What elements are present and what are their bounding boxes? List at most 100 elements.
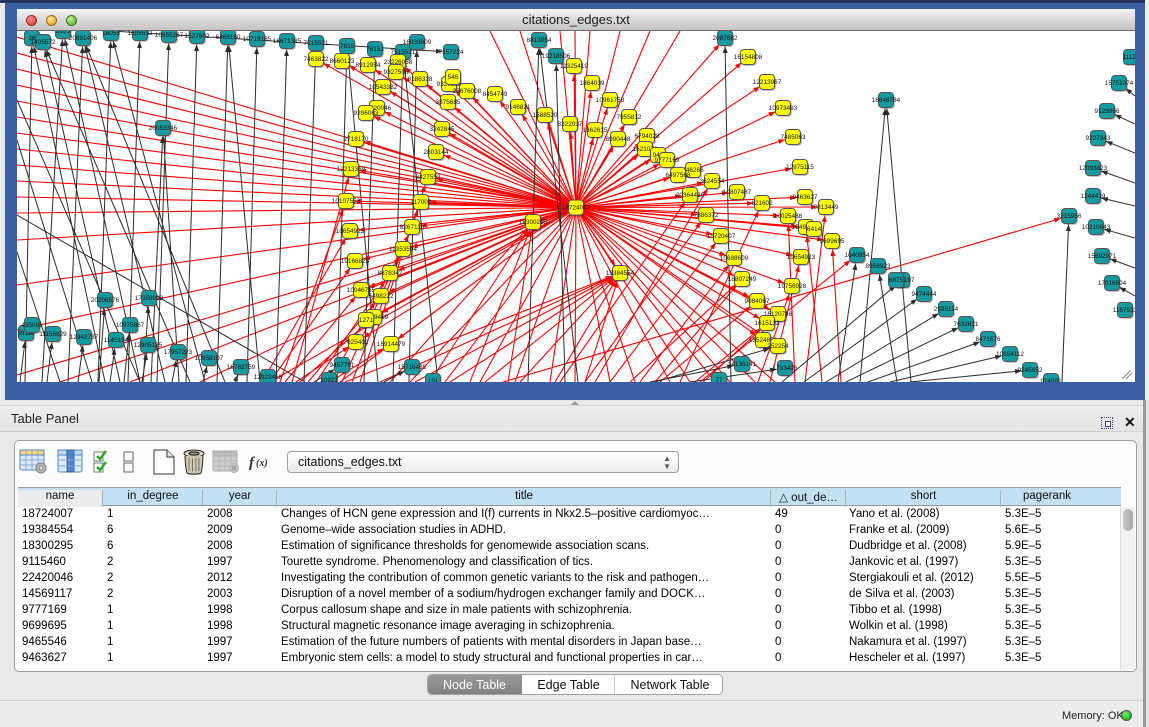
svg-text:8454749: 8454749	[483, 91, 508, 98]
svg-text:924501: 924501	[1040, 378, 1062, 382]
svg-text:2935114: 2935114	[934, 306, 959, 313]
svg-text:17957223: 17957223	[164, 349, 193, 356]
svg-text:19218506: 19218506	[542, 53, 571, 60]
svg-text:10719185: 10719185	[243, 36, 272, 43]
svg-text:20206576: 20206576	[91, 297, 120, 304]
svg-text:1527602: 1527602	[185, 33, 210, 40]
svg-text:5498222: 5498222	[369, 293, 394, 300]
svg-text:16782759: 16782759	[227, 364, 256, 371]
svg-text:7485063: 7485063	[781, 134, 806, 141]
svg-text:1588520: 1588520	[533, 112, 558, 119]
svg-text:19384554: 19384554	[606, 270, 635, 277]
svg-text:9129966: 9129966	[1095, 108, 1120, 115]
svg-text:10973493: 10973493	[769, 105, 798, 112]
svg-text:9084067: 9084067	[745, 298, 770, 305]
svg-text:8660123: 8660123	[330, 58, 355, 65]
svg-text:1615132: 1615132	[755, 320, 780, 327]
svg-text:23676008: 23676008	[453, 88, 482, 95]
svg-text:151: 151	[428, 378, 439, 382]
svg-text:11123: 11123	[1123, 54, 1135, 61]
svg-text:15692971: 15692971	[1088, 253, 1117, 260]
svg-text:12093823: 12093823	[1079, 165, 1108, 172]
svg-text:6875: 6875	[889, 277, 904, 284]
svg-text:20891406: 20891406	[69, 35, 98, 42]
svg-text:252254: 252254	[767, 343, 789, 350]
svg-text:546: 546	[448, 74, 459, 81]
svg-text:7615: 7615	[340, 43, 355, 50]
svg-text:6497568: 6497568	[666, 172, 691, 179]
svg-text:16033809: 16033809	[403, 39, 432, 46]
svg-text:1244419: 1244419	[1081, 193, 1106, 200]
svg-text:3215956: 3215956	[1057, 213, 1082, 220]
svg-text:9463627: 9463627	[793, 194, 818, 201]
svg-text:2803144: 2803144	[424, 149, 449, 156]
svg-text:12213967: 12213967	[753, 79, 782, 86]
svg-text:3624554: 3624554	[700, 178, 725, 185]
svg-text:12975115: 12975115	[786, 164, 814, 171]
svg-text:f: f	[249, 455, 256, 471]
svg-text:2087682: 2087682	[713, 35, 738, 42]
svg-text:14136141: 14136141	[728, 361, 757, 368]
svg-text:10961758: 10961758	[596, 97, 625, 104]
svg-text:7463822: 7463822	[304, 56, 329, 63]
svg-text:3242845: 3242845	[430, 126, 455, 133]
svg-text:9699695: 9699695	[820, 238, 845, 245]
svg-text:621602: 621602	[751, 200, 773, 207]
svg-text:8878342: 8878342	[378, 270, 403, 277]
svg-text:1145194: 1145194	[104, 337, 129, 344]
svg-text:8186328: 8186328	[408, 76, 433, 83]
svg-text:435061: 435061	[21, 322, 43, 329]
svg-text:11353594: 11353594	[389, 246, 417, 253]
svg-text:6794028: 6794028	[635, 133, 660, 140]
svg-text:19654923: 19654923	[787, 254, 816, 261]
svg-text:76151: 76151	[366, 46, 384, 53]
svg-text:9146821: 9146821	[506, 104, 531, 111]
svg-text:12923468: 12923468	[254, 374, 283, 381]
svg-text:16671385: 16671385	[273, 38, 302, 45]
svg-text:18300295: 18300295	[519, 219, 548, 226]
svg-text:9457791: 9457791	[330, 362, 355, 369]
svg-text:8813054: 8813054	[527, 37, 552, 44]
svg-text:12213369: 12213369	[337, 166, 366, 173]
svg-text:11325419: 11325419	[560, 63, 588, 70]
svg-text:10958107: 10958107	[195, 355, 224, 362]
svg-text:1167533: 1167533	[1113, 307, 1135, 314]
svg-text:8958923: 8958923	[866, 263, 891, 270]
svg-text:19166825: 19166825	[341, 258, 370, 265]
svg-text:1271: 1271	[359, 317, 374, 324]
svg-text:10655267: 10655267	[155, 32, 184, 39]
svg-text:17016504: 17016504	[1098, 280, 1127, 287]
svg-text:1733426: 1733426	[773, 365, 798, 372]
svg-text:77: 77	[715, 377, 723, 382]
svg-text:3875685: 3875685	[436, 99, 461, 106]
svg-text:2718170: 2718170	[344, 136, 369, 143]
svg-text:10025488: 10025488	[774, 213, 803, 220]
svg-text:20364436: 20364436	[676, 192, 705, 199]
svg-text:10923: 10923	[320, 377, 338, 382]
svg-text:19756928: 19756928	[778, 283, 807, 290]
svg-text:20053346: 20053346	[149, 125, 178, 132]
svg-text:8427552: 8427552	[416, 174, 441, 181]
svg-text:12905135: 12905135	[134, 342, 163, 349]
svg-text:9296063: 9296063	[354, 110, 379, 117]
svg-text:15716485: 15716485	[398, 364, 427, 371]
svg-text:10975867: 10975867	[116, 322, 145, 329]
svg-text:9227343: 9227343	[1086, 135, 1111, 142]
svg-text:8322037: 8322037	[558, 121, 583, 128]
svg-text:8990448: 8990448	[606, 136, 631, 143]
svg-text:17359928: 17359928	[135, 295, 164, 302]
svg-text:8912954: 8912954	[356, 62, 381, 69]
svg-text:9813449: 9813449	[814, 204, 839, 211]
svg-text:7515521: 7515521	[304, 40, 329, 47]
svg-text:117006: 117006	[411, 199, 432, 206]
svg-text:7886372: 7886372	[694, 212, 719, 219]
svg-text:7357224: 7357224	[439, 49, 464, 56]
svg-text:10807487: 10807487	[723, 189, 752, 196]
svg-text:12942737: 12942737	[70, 334, 99, 341]
svg-text:1605532: 1605532	[128, 31, 153, 37]
svg-text:10107553: 10107553	[332, 198, 361, 205]
svg-text:8471676: 8471676	[976, 336, 1001, 343]
svg-text:15720407: 15720407	[707, 233, 736, 240]
svg-text:18807249: 18807249	[728, 276, 757, 283]
svg-text:9245652: 9245652	[1018, 367, 1043, 374]
